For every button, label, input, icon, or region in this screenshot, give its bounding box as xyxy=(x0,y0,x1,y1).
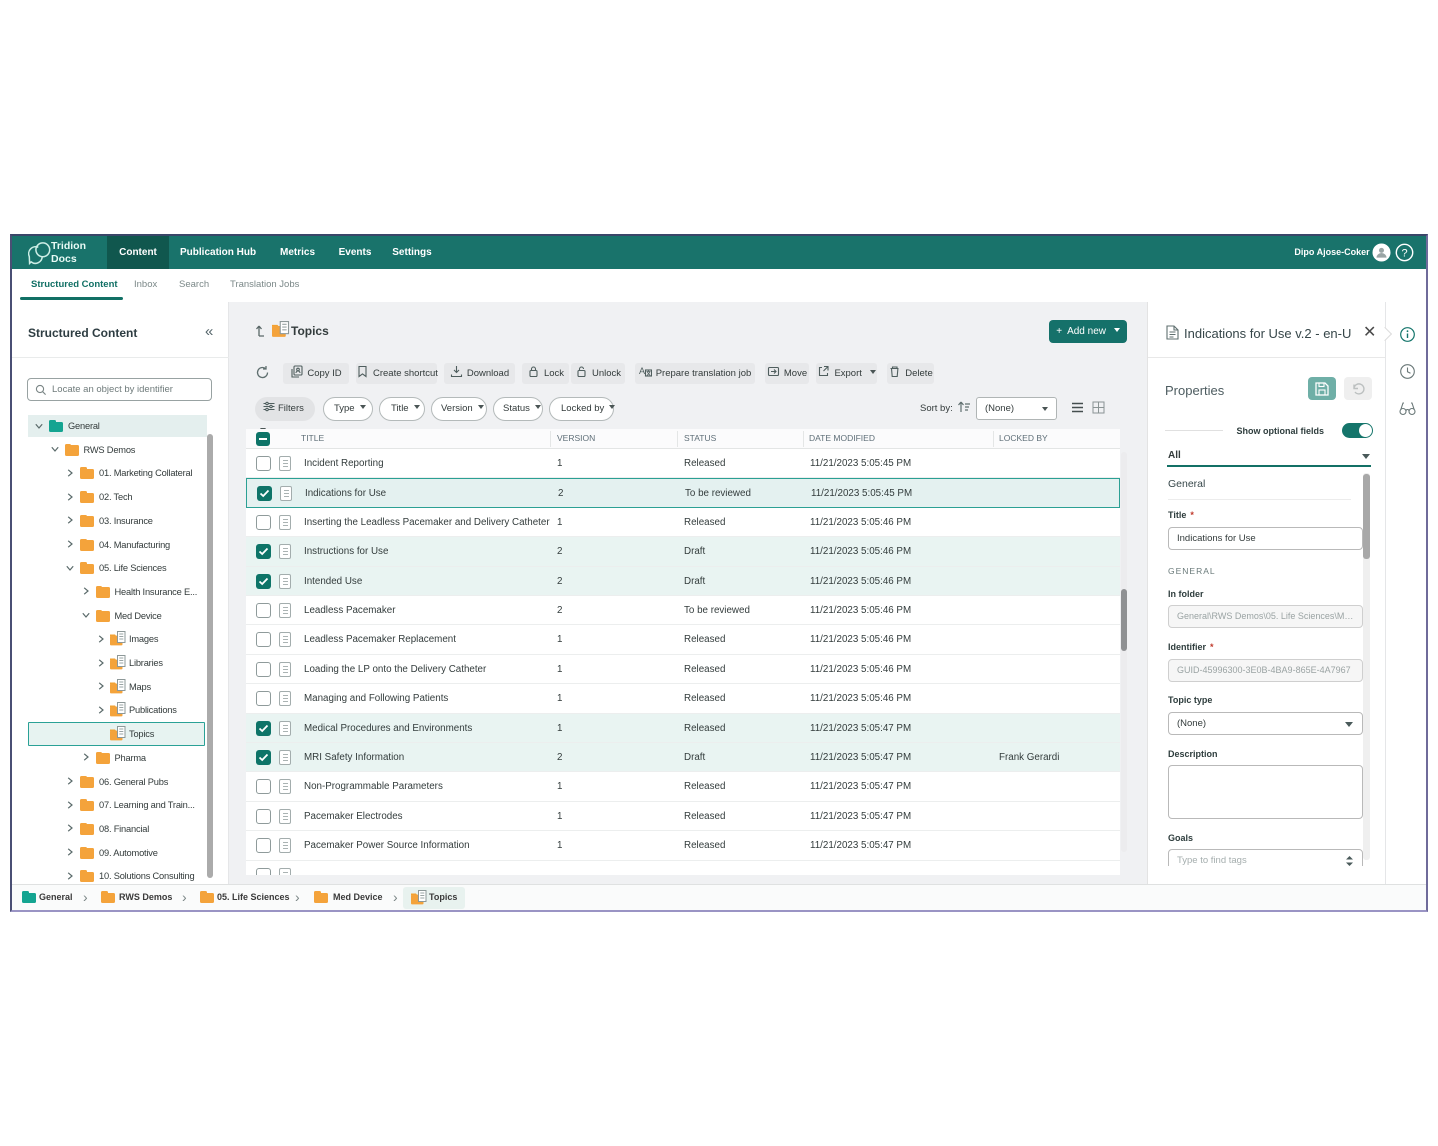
svg-text:?: ? xyxy=(1401,248,1407,260)
svg-text:A: A xyxy=(639,366,645,376)
